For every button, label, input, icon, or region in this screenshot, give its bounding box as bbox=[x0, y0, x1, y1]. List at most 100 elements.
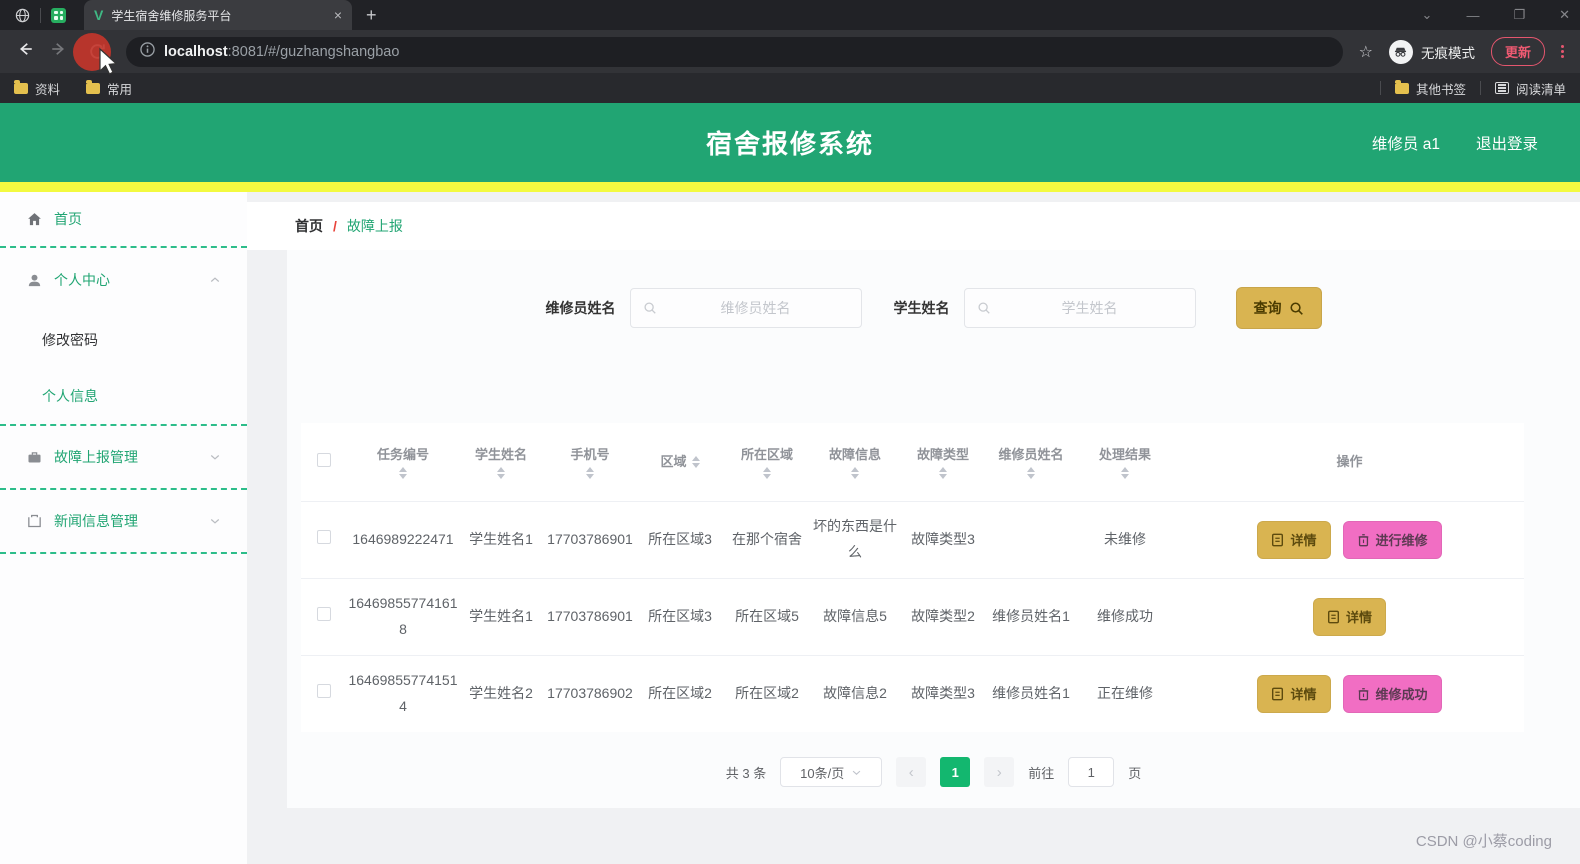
worker-name-input[interactable] bbox=[662, 300, 849, 316]
bookmark-folder-changyong[interactable]: 常用 bbox=[86, 79, 132, 98]
sidebar: 首页 个人中心 修改密码 个人信息 故障上报管理 新闻信息管理 bbox=[0, 192, 247, 864]
maximize-button[interactable]: ❐ bbox=[1513, 7, 1525, 23]
bookmark-star-icon[interactable]: ☆ bbox=[1359, 42, 1373, 62]
column-label: 所在区域 bbox=[740, 446, 793, 462]
sidebar-item-label: 首页 bbox=[54, 211, 82, 227]
site-info-icon[interactable] bbox=[140, 41, 155, 62]
update-button[interactable]: 更新 bbox=[1490, 37, 1545, 66]
page-size-select[interactable]: 10条/页 bbox=[780, 757, 883, 787]
cell-worker: 维修员姓名1 bbox=[992, 607, 1070, 624]
repair-success-button[interactable]: 维修成功 bbox=[1342, 674, 1442, 713]
sort-caret-icon[interactable] bbox=[851, 467, 859, 479]
chevron-down-icon bbox=[209, 515, 221, 527]
sidebar-item-fault-report-mgmt[interactable]: 故障上报管理 bbox=[0, 426, 247, 488]
row-checkbox[interactable] bbox=[317, 683, 331, 698]
logout-button[interactable]: 退出登录 bbox=[1476, 132, 1538, 154]
search-icon bbox=[1289, 301, 1303, 315]
url-bar[interactable]: localhost:8081/#/guzhangshangbao bbox=[126, 36, 1343, 67]
detail-button[interactable]: 详情 bbox=[1257, 674, 1331, 713]
select-all-checkbox[interactable] bbox=[317, 453, 331, 468]
cell-task-no: 1646989222471 bbox=[352, 530, 454, 547]
sort-caret-icon[interactable] bbox=[763, 467, 771, 479]
sidebar-item-label: 新闻信息管理 bbox=[54, 513, 138, 529]
incognito-icon bbox=[1388, 39, 1413, 64]
student-name-input[interactable] bbox=[996, 300, 1183, 316]
tab-close-icon[interactable]: × bbox=[334, 7, 342, 23]
sidebar-item-personal-center[interactable]: 个人中心 bbox=[0, 248, 247, 312]
cell-fault-type: 故障类型3 bbox=[911, 684, 975, 701]
sidebar-item-home[interactable]: 首页 bbox=[0, 192, 247, 246]
folder-icon bbox=[86, 79, 101, 94]
cell-result: 正在维修 bbox=[1097, 684, 1153, 701]
reading-list-icon bbox=[1494, 82, 1509, 94]
forward-button[interactable] bbox=[50, 40, 68, 63]
col-header-task-no: 任务编号 bbox=[347, 423, 459, 501]
button-label: 详情 bbox=[1345, 610, 1372, 625]
close-window-button[interactable]: ✕ bbox=[1559, 7, 1570, 23]
sidebar-item-news-info-mgmt[interactable]: 新闻信息管理 bbox=[0, 490, 247, 552]
sort-caret-icon[interactable] bbox=[497, 467, 505, 479]
reading-list-button[interactable]: 阅读清单 bbox=[1494, 79, 1566, 98]
query-button[interactable]: 查询 bbox=[1235, 287, 1322, 329]
page-title: 宿舍报修系统 bbox=[705, 129, 874, 159]
back-button[interactable] bbox=[16, 40, 34, 63]
document-icon bbox=[1272, 687, 1284, 701]
breadcrumb-home[interactable]: 首页 bbox=[295, 216, 323, 236]
prev-page-button[interactable]: ‹ bbox=[896, 757, 927, 787]
sort-caret-icon[interactable] bbox=[1027, 467, 1035, 479]
detail-button[interactable]: 详情 bbox=[1257, 520, 1331, 559]
select-all-cell bbox=[301, 423, 347, 501]
home-icon bbox=[26, 211, 43, 228]
sidebar-item-label: 个人中心 bbox=[54, 272, 110, 288]
sort-caret-icon[interactable] bbox=[1121, 467, 1129, 479]
column-label: 处理结果 bbox=[1098, 446, 1151, 462]
news-icon bbox=[26, 513, 43, 530]
sort-caret-icon[interactable] bbox=[586, 467, 594, 479]
cell-phone: 17703786901 bbox=[547, 530, 633, 547]
other-bookmarks-button[interactable]: 其他书签 bbox=[1394, 79, 1466, 98]
new-tab-button[interactable]: + bbox=[366, 5, 377, 26]
detail-button[interactable]: 详情 bbox=[1312, 597, 1386, 636]
screen: V 学生宿舍维修服务平台 × + ⌄ — ❐ ✕ localhost:8081/… bbox=[0, 0, 1580, 864]
table-row: 1646989222471 学生姓名1 17703786901 所在区域3 在那… bbox=[301, 500, 1524, 578]
bookmarks-bar: 资料 常用 其他书签 阅读清单 bbox=[0, 73, 1580, 103]
browser-tab[interactable]: V 学生宿舍维修服务平台 × bbox=[84, 0, 352, 30]
cell-location: 所在区域5 bbox=[735, 607, 799, 624]
bookmark-label: 常用 bbox=[107, 82, 133, 97]
minimize-button[interactable]: — bbox=[1466, 8, 1479, 23]
globe-icon[interactable] bbox=[14, 7, 30, 23]
goto-label: 前往 bbox=[1028, 765, 1055, 781]
goto-page-input[interactable] bbox=[1068, 757, 1115, 787]
app-header: 宿舍报修系统 维修员 a1 退出登录 bbox=[0, 103, 1580, 182]
page-size-value: 10条/页 bbox=[800, 765, 845, 781]
cell-fault-type: 故障类型2 bbox=[911, 607, 975, 624]
divider bbox=[40, 7, 41, 23]
sort-caret-icon[interactable] bbox=[691, 455, 700, 468]
search-icon bbox=[977, 301, 991, 315]
tab-search-chevron-icon[interactable]: ⌄ bbox=[1422, 7, 1433, 23]
sort-caret-icon[interactable] bbox=[399, 467, 407, 479]
reload-button[interactable] bbox=[84, 39, 110, 65]
cell-phone: 17703786902 bbox=[547, 684, 633, 701]
tab-title: 学生宿舍维修服务平台 bbox=[111, 8, 232, 23]
page-1-button[interactable]: 1 bbox=[940, 757, 971, 787]
browser-menu-icon[interactable] bbox=[1561, 45, 1564, 58]
sidebar-subitem-personal-info[interactable]: 个人信息 bbox=[0, 368, 247, 424]
sort-caret-icon[interactable] bbox=[939, 467, 947, 479]
next-page-button[interactable]: › bbox=[984, 757, 1015, 787]
start-repair-button[interactable]: 进行维修 bbox=[1342, 520, 1442, 559]
col-header-worker: 维修员姓名 bbox=[987, 423, 1075, 501]
bookmark-folder-ziliao[interactable]: 资料 bbox=[14, 79, 60, 98]
breadcrumb: 首页 / 故障上报 bbox=[247, 202, 1580, 250]
row-checkbox[interactable] bbox=[317, 606, 331, 621]
sidebar-subitem-change-password[interactable]: 修改密码 bbox=[0, 312, 247, 368]
breadcrumb-separator: / bbox=[333, 218, 337, 234]
cell-fault-info: 故障信息2 bbox=[823, 684, 887, 701]
row-checkbox[interactable] bbox=[317, 529, 331, 544]
extension-icon[interactable] bbox=[51, 7, 66, 23]
bookmark-label: 阅读清单 bbox=[1515, 82, 1566, 97]
cell-area: 所在区域2 bbox=[648, 684, 712, 701]
column-label: 学生姓名 bbox=[474, 446, 527, 462]
search-icon bbox=[643, 301, 657, 315]
breadcrumb-current: 故障上报 bbox=[346, 218, 403, 234]
